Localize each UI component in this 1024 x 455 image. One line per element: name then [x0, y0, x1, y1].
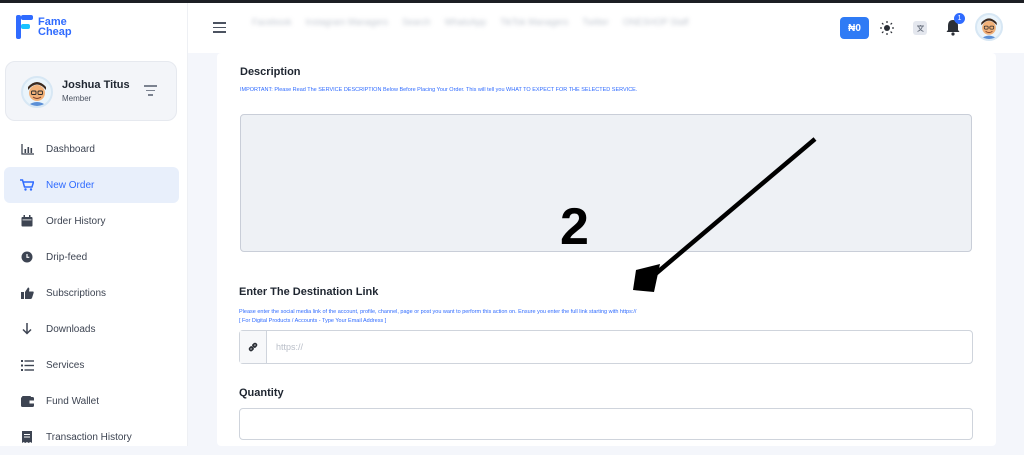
sidebar-item-new-order[interactable]: New Order	[4, 167, 179, 203]
description-note: IMPORTANT: Please Read The SERVICE DESCR…	[240, 87, 638, 93]
sidebar-item-fund-wallet[interactable]: Fund Wallet	[4, 383, 179, 419]
thumbs-up-icon	[20, 286, 34, 300]
sidebar: Fame Cheap Joshua Titus Member Dashboard…	[0, 3, 188, 446]
blurred-item: WhatsApp	[444, 17, 487, 27]
blurred-item: ONESHOP Staff	[622, 17, 689, 27]
sidebar-item-label: Fund Wallet	[46, 395, 99, 407]
blurred-item: Search	[402, 17, 431, 27]
cart-icon	[20, 178, 34, 192]
user-name: Joshua Titus	[62, 79, 130, 91]
sidebar-item-label: Transaction History	[46, 431, 132, 443]
sun-icon[interactable]	[880, 21, 894, 35]
sidebar-item-label: Services	[46, 359, 85, 371]
user-role: Member	[62, 94, 92, 103]
description-textarea[interactable]	[240, 114, 972, 252]
brand-logo[interactable]: Fame Cheap	[16, 15, 72, 39]
brand-name: Fame Cheap	[38, 17, 72, 38]
logo-icon	[16, 15, 34, 39]
avatar[interactable]	[975, 13, 1003, 41]
list-icon	[20, 358, 34, 372]
blurred-item: Twitter	[582, 17, 609, 27]
sidebar-item-label: New Order	[46, 179, 95, 191]
blurred-item: Instagram Managers	[305, 17, 389, 27]
sidebar-item-label: Downloads	[46, 323, 96, 335]
blurred-item: TikTok Managers	[500, 17, 569, 27]
quantity-heading: Quantity	[239, 387, 284, 399]
sidebar-item-transaction-history[interactable]: Transaction History	[4, 419, 179, 455]
destination-link-heading: Enter The Destination Link	[239, 286, 379, 298]
sidebar-item-services[interactable]: Services	[4, 347, 179, 383]
calendar-icon	[20, 214, 34, 228]
user-card[interactable]: Joshua Titus Member	[5, 61, 177, 121]
sidebar-item-label: Dashboard	[46, 143, 95, 155]
annotation-number: 2	[560, 198, 589, 256]
description-heading: Description	[240, 66, 301, 78]
brand-name-line2: Cheap	[38, 26, 72, 38]
sidebar-item-order-history[interactable]: Order History	[4, 203, 179, 239]
sidebar-item-drip-feed[interactable]: Drip-feed	[4, 239, 179, 275]
blurred-item: Facebook	[252, 17, 292, 27]
destination-link-input[interactable]	[267, 331, 972, 363]
sidebar-item-dashboard[interactable]: Dashboard	[4, 131, 179, 167]
arrow-down-icon	[20, 322, 34, 336]
destination-link-group	[239, 330, 973, 364]
sidebar-item-downloads[interactable]: Downloads	[4, 311, 179, 347]
wallet-balance-button[interactable]: ₦0	[840, 17, 869, 39]
menu-icon[interactable]	[213, 22, 226, 36]
sidebar-item-label: Drip-feed	[46, 251, 88, 263]
translate-icon[interactable]	[913, 21, 927, 35]
chart-icon	[20, 142, 34, 156]
quantity-input[interactable]	[239, 408, 973, 440]
order-form-card: Description IMPORTANT: Please Read The S…	[217, 53, 996, 446]
notification-badge: 1	[954, 13, 965, 24]
topbar: Facebook Instagram Managers Search Whats…	[188, 3, 1024, 53]
sidebar-item-label: Order History	[46, 215, 106, 227]
avatar	[21, 76, 53, 108]
destination-link-note: Please enter the social media link of th…	[239, 309, 637, 315]
sidebar-item-subscriptions[interactable]: Subscriptions	[4, 275, 179, 311]
blurred-nav: Facebook Instagram Managers Search Whats…	[252, 14, 772, 30]
filter-icon[interactable]	[143, 85, 157, 97]
sidebar-item-label: Subscriptions	[46, 287, 107, 299]
sidebar-nav: Dashboard New Order Order History Drip-f…	[0, 131, 188, 455]
destination-link-note-digital: [ For Digital Products / Accounts - Type…	[239, 318, 387, 324]
link-icon	[240, 331, 267, 363]
receipt-icon	[20, 430, 34, 444]
wallet-icon	[20, 394, 34, 408]
clock-icon	[20, 250, 34, 264]
